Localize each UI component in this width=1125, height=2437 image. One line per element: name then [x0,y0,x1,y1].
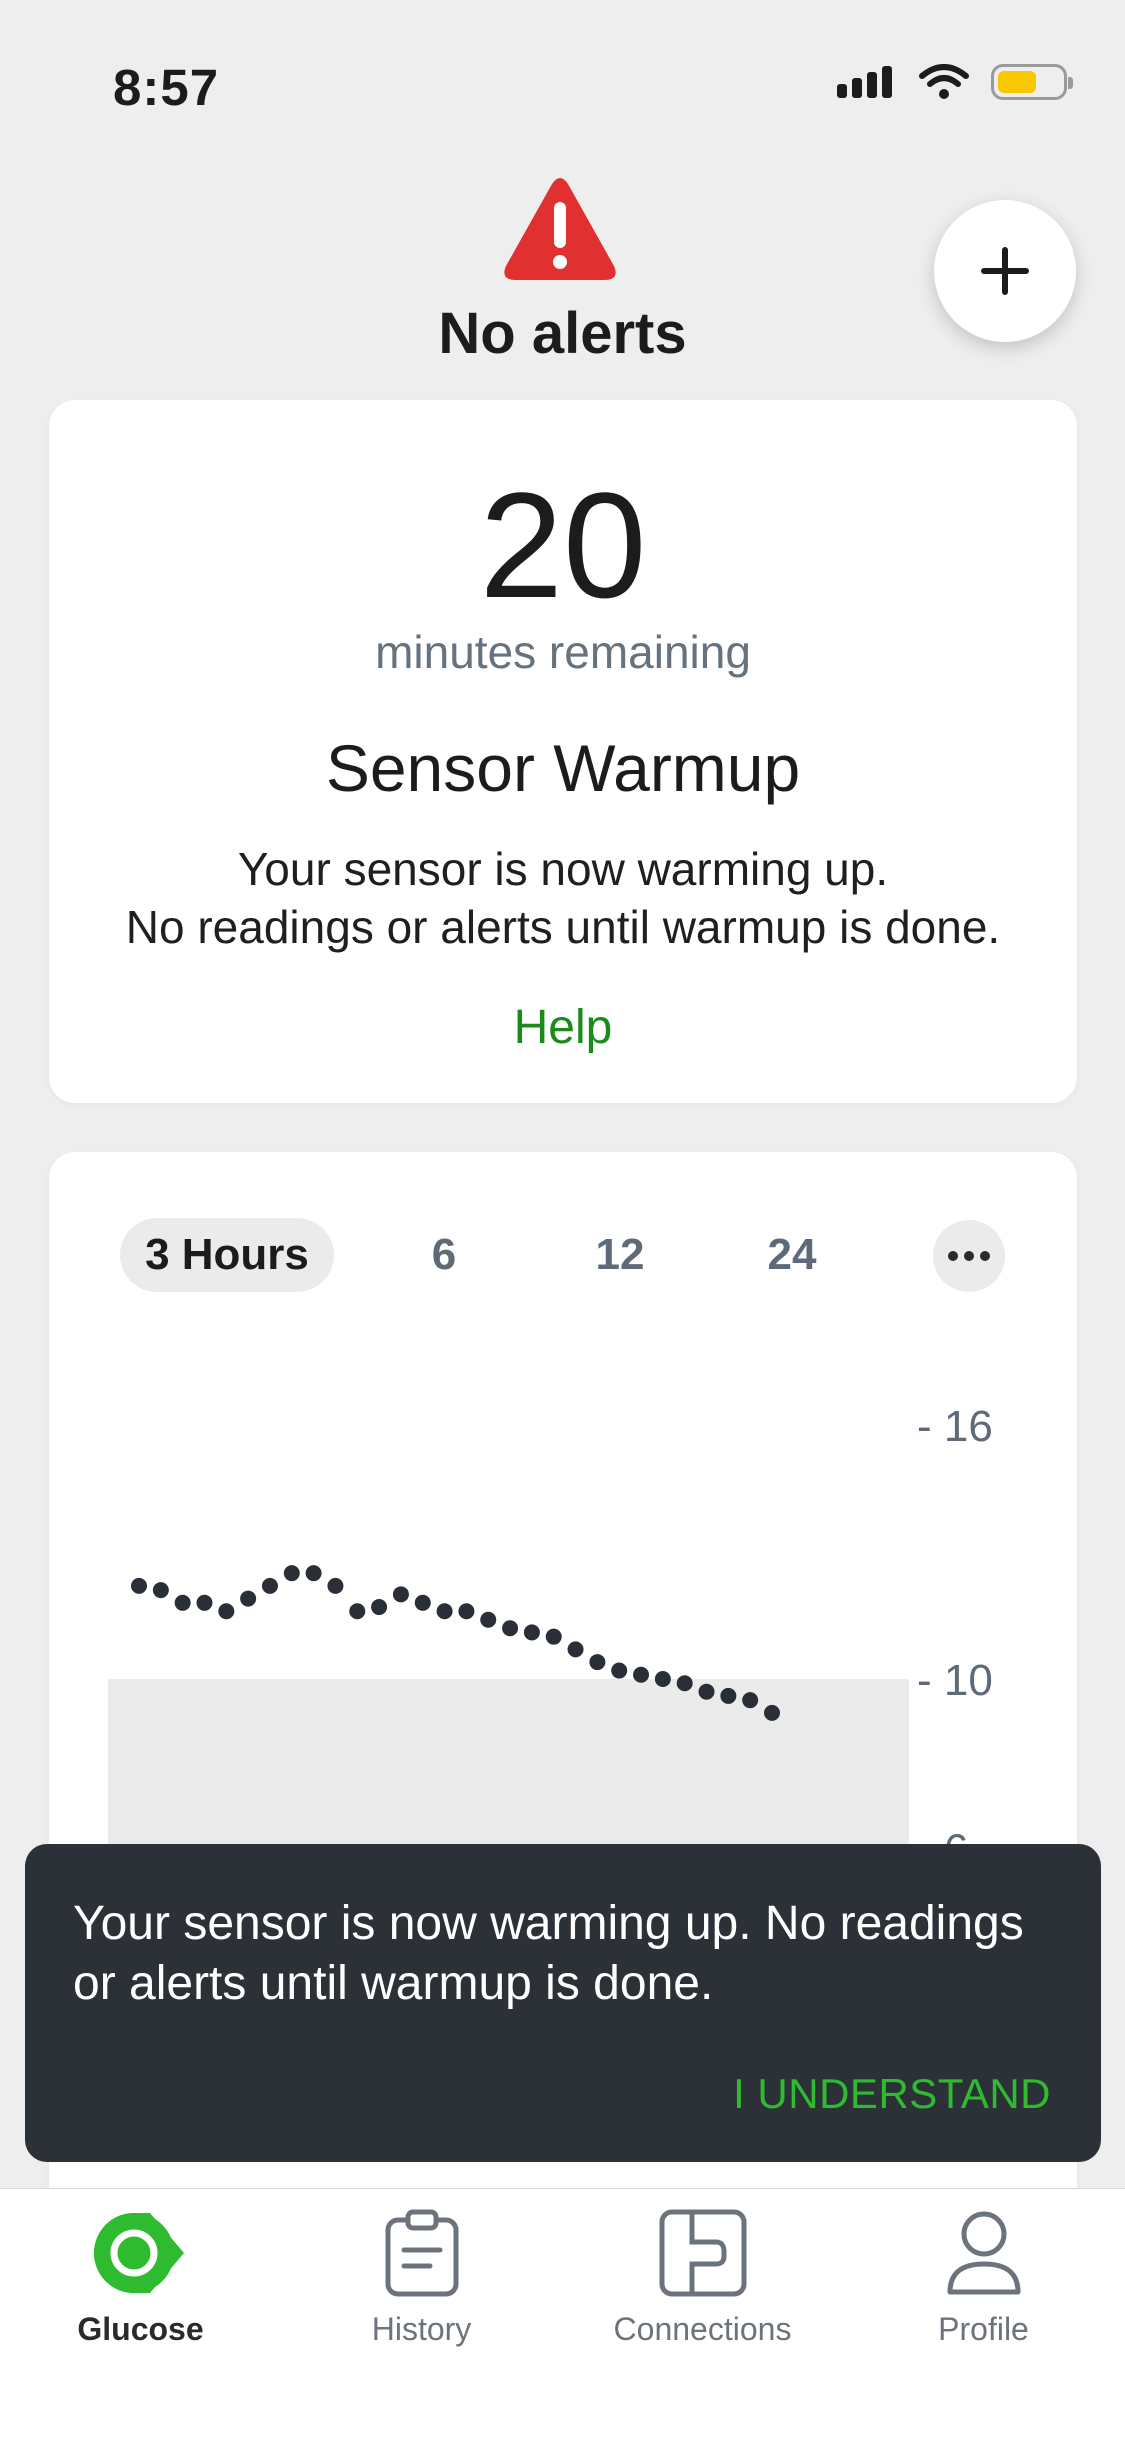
status-icons [837,64,1073,100]
glucose-point [589,1654,606,1671]
help-link[interactable]: Help [49,1000,1077,1055]
minutes-remaining-value: 20 [479,461,647,629]
glucose-point [480,1611,497,1628]
tab-history-label: History [371,2311,472,2347]
glucose-point [742,1692,759,1709]
battery-icon [991,64,1073,100]
glucose-point [458,1603,475,1620]
history-icon [385,2209,458,2297]
wifi-icon [919,64,969,99]
plus-icon [981,247,1029,295]
tab-bar: Glucose History Connections Profile [0,2188,1125,2437]
glucose-point [240,1590,257,1607]
glucose-point [327,1577,344,1594]
warning-icon [504,178,616,280]
minutes-remaining-label: minutes remaining [375,626,751,678]
glucose-point [218,1603,235,1620]
warmup-line-2: No readings or alerts until warmup is do… [125,901,1001,953]
glucose-point [545,1628,562,1645]
tab-history[interactable]: History [281,2189,562,2389]
profile-icon [947,2211,1020,2295]
glucose-point [676,1675,693,1692]
glucose-point [174,1594,191,1611]
add-button[interactable] [934,200,1076,342]
warmup-title: Sensor Warmup [325,731,801,805]
y-tick-label: - 16 [917,1402,993,1451]
tab-connections-label: Connections [613,2311,792,2347]
glucose-point [502,1620,519,1637]
warmup-line-1: Your sensor is now warming up. [237,843,889,895]
tab-glucose-label: Glucose [77,2311,204,2347]
glucose-point [196,1594,213,1611]
glucose-point [654,1671,671,1687]
glucose-point [698,1683,715,1700]
glucose-point [131,1577,147,1594]
glucose-point [283,1565,300,1582]
glucose-point [436,1603,453,1620]
glucose-point [371,1599,388,1616]
glucose-point [567,1641,584,1658]
tab-connections[interactable]: Connections [562,2189,843,2389]
glucose-point [414,1594,431,1611]
tab-profile[interactable]: Profile [843,2189,1124,2389]
warmup-description: Your sensor is now warming up. No readin… [49,840,1077,956]
glucose-point [611,1662,628,1679]
glucose-point [152,1582,169,1599]
glucose-point [349,1603,366,1620]
toast-message: Your sensor is now warming up. No readin… [73,1897,1024,2010]
glucose-point [392,1586,409,1603]
warmup-card: 20 minutes remaining Sensor Warmup Your … [49,400,1077,1103]
cellular-signal-icon [837,66,892,98]
target-range-band [108,1679,909,1849]
glucose-point [764,1704,780,1721]
connections-icon [659,2209,746,2297]
understand-button[interactable]: I UNDERSTAND [733,2070,1051,2118]
glucose-point [720,1687,737,1704]
glucose-point [305,1565,322,1582]
glucose-icon [93,2213,184,2293]
glucose-point [523,1624,540,1641]
glucose-point [261,1577,278,1594]
status-time: 8:57 [113,59,220,116]
warmup-toast: Your sensor is now warming up. No readin… [25,1844,1101,2162]
y-tick-label: - 10 [917,1656,993,1705]
tab-profile-label: Profile [938,2311,1029,2347]
glucose-point [633,1666,650,1683]
tab-glucose[interactable]: Glucose [0,2189,281,2389]
